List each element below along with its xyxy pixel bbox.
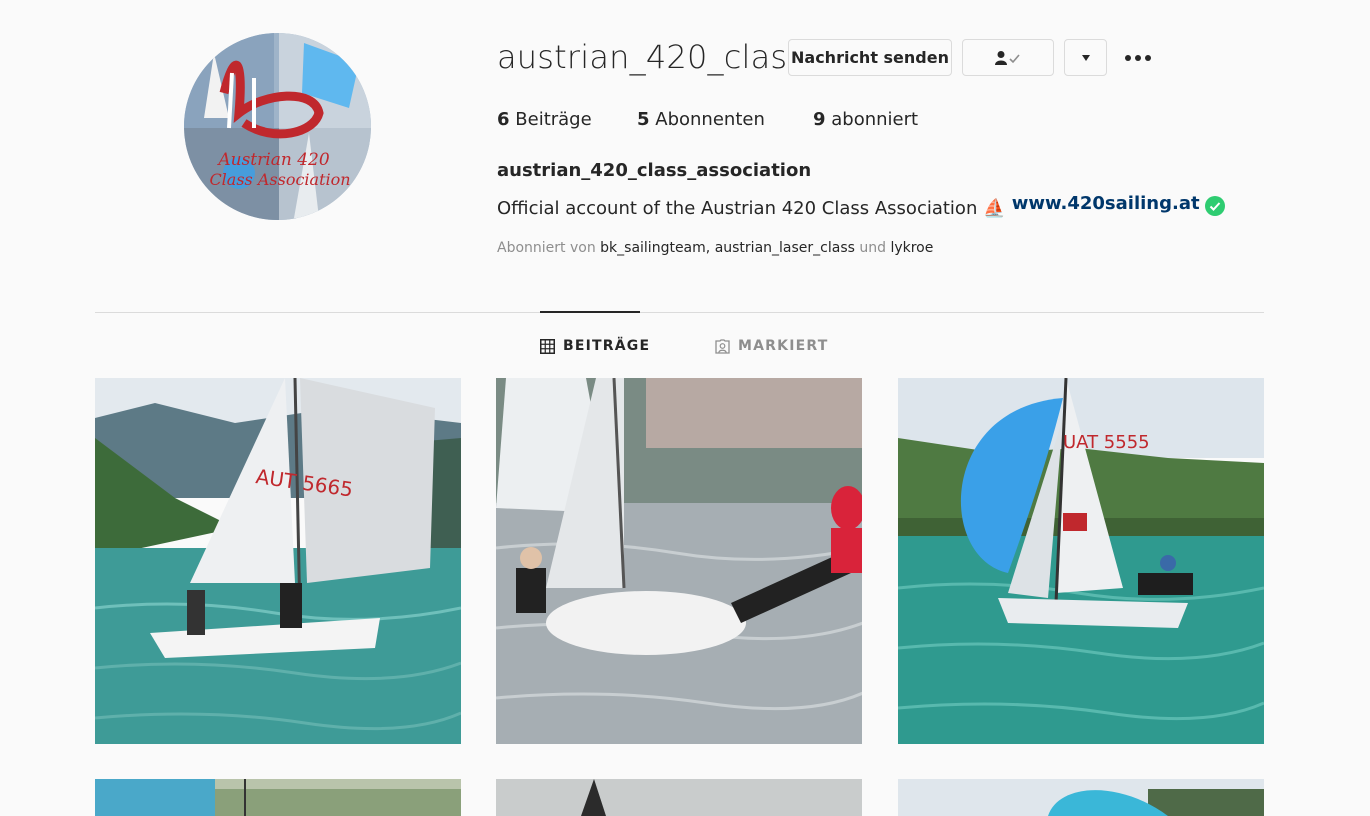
tab-posts[interactable]: BEITRÄGE [540,336,650,356]
post-thumbnail[interactable] [95,779,461,816]
post-thumbnail[interactable] [496,378,862,744]
caret-down-icon [1081,54,1090,61]
post-thumbnail[interactable] [496,779,862,816]
stat-following-count: 9 [813,109,826,130]
suggested-accounts-button[interactable] [1064,39,1107,76]
verified-check-icon [1204,196,1225,221]
post-thumbnail[interactable]: UAT 5555 [898,378,1264,744]
post-image: AUT 5665 [95,378,461,744]
profile-full-name: austrian_420_class_association [497,160,812,181]
followed-by-user[interactable]: bk_sailingteam [600,240,706,256]
profile-username: austrian_420_class [497,38,805,76]
user-check-icon [995,50,1020,65]
stat-following-label: abonniert [831,109,919,130]
active-tab-indicator [540,311,640,313]
tagged-user-icon [715,338,730,354]
post-image [496,378,862,744]
followed-by-prefix: Abonniert von [497,240,596,256]
following-button[interactable] [962,39,1054,76]
profile-page: Austrian 420 Class Association austrian_… [0,0,1370,816]
profile-bio: Official account of the Austrian 420 Cla… [497,193,1225,221]
tabs-divider [95,312,1264,313]
stat-posts-count: 6 [497,109,510,130]
post-thumbnail[interactable]: AUT 5665 [95,378,461,744]
post-image: UAT 5555 [898,378,1264,744]
post-image [898,779,1264,816]
logo-text-line1: Austrian 420 [216,150,329,170]
grid-icon [540,338,555,354]
profile-avatar[interactable]: Austrian 420 Class Association [184,33,371,220]
stat-followers[interactable]: 5 Abonnenten [637,109,765,130]
more-icon [1125,55,1151,61]
logo-text-line2: Class Association [209,170,350,189]
tab-tagged-label: MARKIERT [738,338,829,354]
send-message-button[interactable]: Nachricht senden [788,39,952,76]
stat-followers-count: 5 [637,109,650,130]
followed-by-separator: , [705,240,711,256]
post-image [496,779,862,816]
followed-by: Abonniert von bk_sailingteam, austrian_l… [497,240,933,256]
sail-number: UAT 5555 [1063,432,1150,453]
tab-posts-label: BEITRÄGE [563,338,651,354]
followed-by-user[interactable]: austrian_laser_class [715,240,855,256]
followed-by-conjunction: und [859,240,886,256]
post-thumbnail[interactable] [898,779,1264,816]
bio-text: Official account of the Austrian 420 Cla… [497,198,978,219]
avatar-logo-image: Austrian 420 Class Association [184,33,371,220]
stat-posts-label: Beiträge [515,109,592,130]
tab-tagged[interactable]: MARKIERT [715,336,828,356]
stat-following[interactable]: 9 abonniert [813,109,918,130]
more-options-button[interactable] [1121,43,1155,73]
stat-followers-label: Abonnenten [655,109,765,130]
stat-posts: 6 Beiträge [497,109,592,130]
followed-by-user[interactable]: lykroe [890,240,933,256]
bio-website-link[interactable]: www.420sailing.at [1012,193,1200,214]
post-image [95,779,461,816]
sailboat-emoji: ⛵ [983,198,1006,219]
